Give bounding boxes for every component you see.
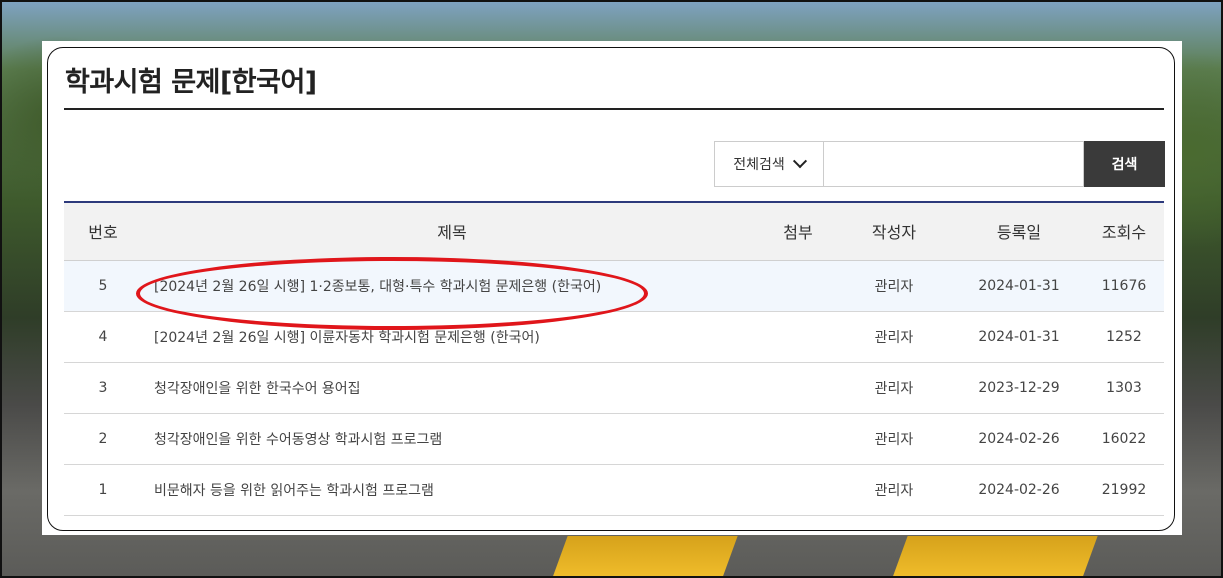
row-author: 관리자 bbox=[834, 413, 954, 465]
table-row[interactable]: 2 청각장애인을 위한 수어동영상 학과시험 프로그램 관리자 2024-02-… bbox=[64, 413, 1164, 465]
row-no: 5 bbox=[64, 260, 142, 312]
row-no: 2 bbox=[64, 413, 142, 465]
row-attachment bbox=[762, 311, 834, 363]
row-attachment bbox=[762, 260, 834, 312]
row-no: 1 bbox=[64, 464, 142, 516]
header-date: 등록일 bbox=[954, 202, 1084, 261]
row-date: 2024-01-31 bbox=[954, 260, 1084, 312]
row-author: 관리자 bbox=[834, 464, 954, 516]
table-row[interactable]: 4 [2024년 2월 26일 시행] 이륜자동차 학과시험 문제은행 (한국어… bbox=[64, 311, 1164, 363]
row-date: 2023-12-29 bbox=[954, 362, 1084, 414]
search-button[interactable]: 검색 bbox=[1084, 141, 1165, 187]
header-views: 조회수 bbox=[1084, 202, 1164, 261]
row-author: 관리자 bbox=[834, 311, 954, 363]
title-divider bbox=[64, 108, 1164, 110]
row-date: 2024-01-31 bbox=[954, 311, 1084, 363]
row-author: 관리자 bbox=[834, 260, 954, 312]
row-title-link[interactable]: [2024년 2월 26일 시행] 이륜자동차 학과시험 문제은행 (한국어) bbox=[142, 311, 762, 363]
table-row[interactable]: 5 [2024년 2월 26일 시행] 1·2종보통, 대형·특수 학과시험 문… bbox=[64, 260, 1164, 312]
header-title: 제목 bbox=[142, 202, 762, 261]
row-title-link[interactable]: 청각장애인을 위한 수어동영상 학과시험 프로그램 bbox=[142, 413, 762, 465]
content-panel: 학과시험 문제[한국어] 전체검색 검색 번호 제목 첨부 작성자 등록일 조회… bbox=[42, 41, 1182, 535]
page-title: 학과시험 문제[한국어] bbox=[65, 67, 317, 98]
header-attachment: 첨부 bbox=[762, 202, 834, 261]
row-views: 1252 bbox=[1084, 311, 1164, 363]
search-bar: 전체검색 검색 bbox=[714, 141, 1165, 187]
board-card: 학과시험 문제[한국어] 전체검색 검색 번호 제목 첨부 작성자 등록일 조회… bbox=[47, 47, 1175, 531]
header-no: 번호 bbox=[64, 202, 142, 261]
row-attachment bbox=[762, 413, 834, 465]
row-author: 관리자 bbox=[834, 362, 954, 414]
row-views: 16022 bbox=[1084, 413, 1164, 465]
row-views: 1303 bbox=[1084, 362, 1164, 414]
row-attachment bbox=[762, 362, 834, 414]
row-title-link[interactable]: 비문해자 등을 위한 읽어주는 학과시험 프로그램 bbox=[142, 464, 762, 516]
search-input[interactable] bbox=[824, 141, 1084, 187]
road-marking bbox=[552, 536, 738, 578]
search-scope-label: 전체검색 bbox=[733, 157, 785, 173]
row-attachment bbox=[762, 464, 834, 516]
row-views: 11676 bbox=[1084, 260, 1164, 312]
row-title-link[interactable]: 청각장애인을 위한 한국수어 용어집 bbox=[142, 362, 762, 414]
row-views: 21992 bbox=[1084, 464, 1164, 516]
chevron-down-icon bbox=[792, 154, 807, 169]
row-date: 2024-02-26 bbox=[954, 413, 1084, 465]
table-row[interactable]: 1 비문해자 등을 위한 읽어주는 학과시험 프로그램 관리자 2024-02-… bbox=[64, 464, 1164, 516]
header-author: 작성자 bbox=[834, 202, 954, 261]
search-scope-select[interactable]: 전체검색 bbox=[714, 141, 824, 187]
row-no: 4 bbox=[64, 311, 142, 363]
board-table: 번호 제목 첨부 작성자 등록일 조회수 5 [2024년 2월 26일 시행]… bbox=[64, 201, 1164, 516]
row-title-link[interactable]: [2024년 2월 26일 시행] 1·2종보통, 대형·특수 학과시험 문제은… bbox=[142, 260, 762, 312]
table-header-row: 번호 제목 첨부 작성자 등록일 조회수 bbox=[64, 202, 1164, 261]
row-date: 2024-02-26 bbox=[954, 464, 1084, 516]
row-no: 3 bbox=[64, 362, 142, 414]
road-marking bbox=[892, 536, 1098, 578]
table-row[interactable]: 3 청각장애인을 위한 한국수어 용어집 관리자 2023-12-29 1303 bbox=[64, 362, 1164, 414]
